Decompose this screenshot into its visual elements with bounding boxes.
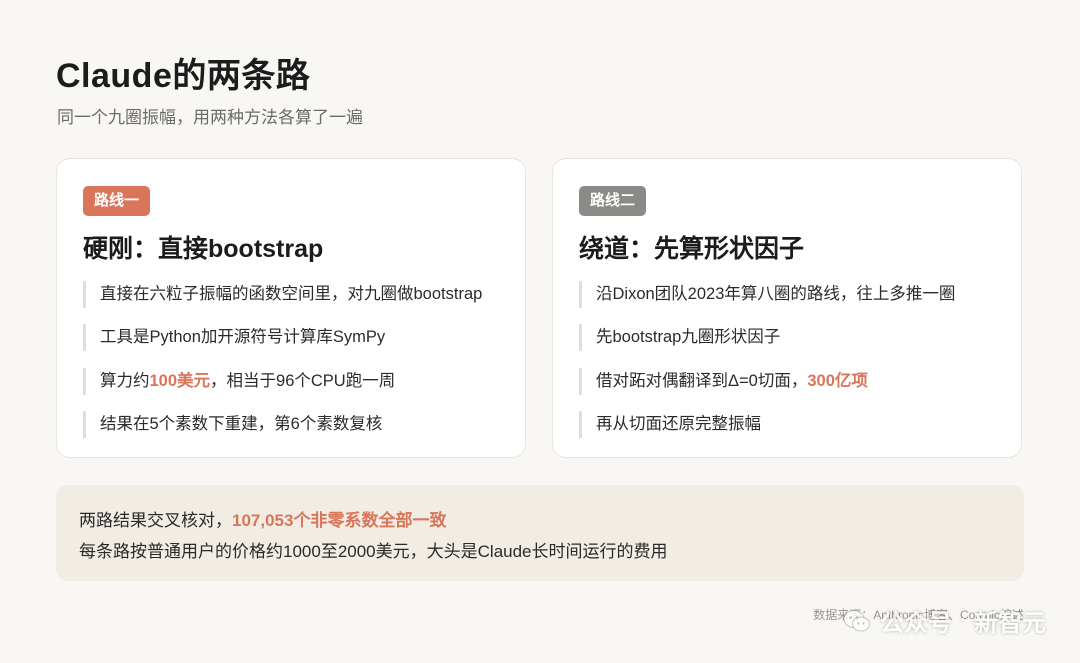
route-one-badge: 路线一 (83, 186, 151, 216)
bullet-highlight: 300亿项 (807, 371, 868, 390)
summary-line-2: 每条路按普通用户的价格约1000至2000美元，大头是Claude长时间运行的费… (79, 542, 668, 561)
list-item: 先bootstrap九圈形状因子 (579, 323, 1001, 352)
list-item: 结果在5个素数下重建，第6个素数复核 (83, 410, 505, 439)
bullet-text-pre: 算力约 (100, 371, 150, 390)
bullet-text: 再从切面还原完整振幅 (596, 414, 761, 433)
summary-text: 两路结果交叉核对， (79, 511, 232, 530)
page-title: Claude的两条路 (56, 57, 311, 95)
list-item: 直接在六粒子振幅的函数空间里，对九圈做bootstrap (83, 280, 505, 309)
summary-highlight: 107,053个非零系数全部一致 (232, 511, 447, 530)
route-two-heading: 绕道：先算形状因子 (579, 235, 805, 263)
list-item: 借对跖对偶翻译到Δ=0切面，300亿项 (579, 367, 1001, 396)
list-item: 再从切面还原完整振幅 (579, 410, 1001, 439)
infographic-page: Claude的两条路 同一个九圈振幅，用两种方法各算了一遍 路线一 硬刚：直接b… (0, 0, 1080, 663)
page-subtitle: 同一个九圈振幅，用两种方法各算了一遍 (57, 108, 363, 127)
bullet-text: 结果在5个素数下重建，第6个素数复核 (100, 414, 383, 433)
bullet-text-pre: 借对跖对偶翻译到Δ=0切面， (596, 371, 808, 390)
bullet-highlight: 100美元 (149, 371, 211, 390)
route-one-heading: 硬刚：直接bootstrap (83, 235, 324, 263)
list-item: 沿Dixon团队2023年算八圈的路线，往上多推一圈 (579, 280, 1001, 309)
route-two-card: 路线二 绕道：先算形状因子 沿Dixon团队2023年算八圈的路线，往上多推一圈… (552, 158, 1022, 458)
list-item: 算力约100美元，相当于96个CPU跑一周 (83, 367, 505, 396)
bullet-text-post: ，相当于96个CPU跑一周 (210, 371, 396, 390)
watermark-account-label: 公众号 (880, 610, 952, 637)
list-item: 工具是Python加开源符号计算库SymPy (83, 323, 505, 352)
route-one-bullets: 直接在六粒子振幅的函数空间里，对九圈做bootstrap 工具是Python加开… (83, 280, 505, 453)
summary-box: 两路结果交叉核对，107,053个非零系数全部一致 每条路按普通用户的价格约10… (56, 485, 1024, 581)
watermark-separator: · (960, 610, 966, 630)
bullet-text: 工具是Python加开源符号计算库SymPy (100, 328, 386, 347)
route-two-bullets: 沿Dixon团队2023年算八圈的路线，往上多推一圈 先bootstrap九圈形… (579, 280, 1001, 453)
route-two-badge: 路线二 (579, 186, 647, 216)
wechat-icon (843, 609, 870, 631)
watermark: 公众号 · 新智元 (842, 603, 1046, 638)
bullet-text: 直接在六粒子振幅的函数空间里，对九圈做bootstrap (100, 285, 483, 303)
route-one-card: 路线一 硬刚：直接bootstrap 直接在六粒子振幅的函数空间里，对九圈做bo… (56, 158, 526, 458)
bullet-text: 沿Dixon团队2023年算八圈的路线，往上多推一圈 (596, 285, 956, 303)
summary-line-1: 两路结果交叉核对，107,053个非零系数全部一致 (79, 505, 1001, 536)
watermark-brand: 新智元 (974, 610, 1046, 637)
bullet-text: 先bootstrap九圈形状因子 (596, 328, 781, 347)
